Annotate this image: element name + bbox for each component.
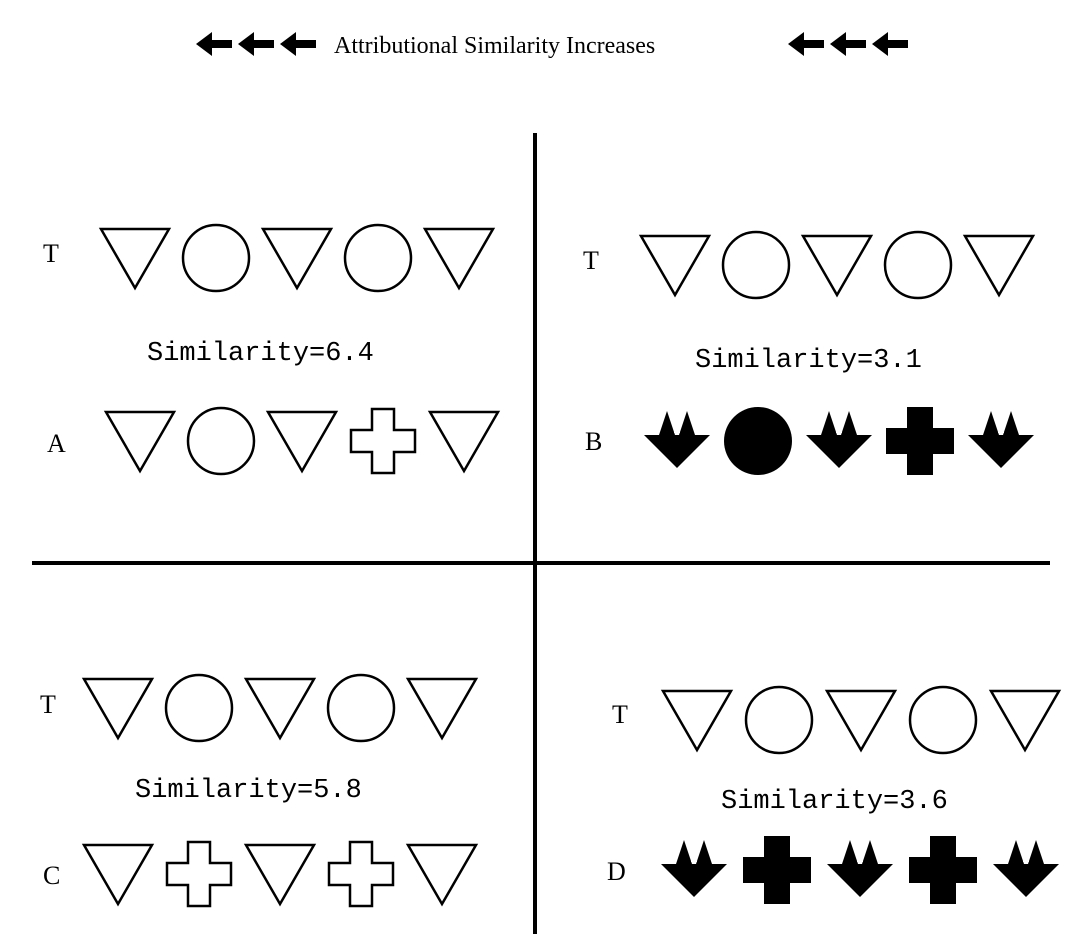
triangle-down-outline-icon: [243, 677, 317, 741]
similarity-text: Similarity=3.6: [721, 787, 948, 817]
header-arrows-right: [788, 32, 908, 56]
circle-outline-icon: [883, 230, 953, 300]
arrowhead-filled-icon: [993, 840, 1059, 897]
diagram-canvas: Attributional Similarity Increases T Sim…: [32, 32, 1062, 934]
circle-outline-icon: [326, 673, 396, 743]
arrowhead-filled-icon: [644, 411, 710, 468]
left-arrow-icon: [238, 32, 274, 56]
triangle-down-outline-icon: [98, 227, 172, 291]
similarity-text: Similarity=3.1: [695, 346, 922, 376]
target-label: T: [40, 690, 56, 719]
quadrant-a: T Similarity=6.4 A: [43, 223, 501, 476]
target-label: T: [583, 246, 599, 275]
left-arrow-icon: [872, 32, 908, 56]
triangle-down-outline-icon: [800, 234, 874, 298]
triangle-down-outline-icon: [81, 843, 155, 907]
triangle-down-outline-icon: [988, 689, 1062, 753]
compare-label: A: [47, 429, 66, 458]
triangle-down-outline-icon: [405, 677, 479, 741]
quadrant-c: T Similarity=5.8 C: [40, 673, 479, 908]
target-shape-row: [98, 223, 496, 293]
triangle-down-outline-icon: [405, 843, 479, 907]
compare-shape-row: [644, 407, 1034, 475]
triangle-down-outline-icon: [422, 227, 496, 291]
target-shape-row: [638, 230, 1036, 300]
arrowhead-filled-icon: [661, 840, 727, 897]
left-arrow-icon: [196, 32, 232, 56]
circle-outline-icon: [343, 223, 413, 293]
compare-label: B: [585, 427, 602, 456]
circle-outline-icon: [164, 673, 234, 743]
cross-outline-icon: [349, 407, 417, 475]
triangle-down-outline-icon: [962, 234, 1036, 298]
compare-label: C: [43, 861, 60, 890]
compare-shape-row: [81, 840, 479, 908]
triangle-down-outline-icon: [824, 689, 898, 753]
triangle-down-outline-icon: [103, 410, 177, 474]
triangle-down-outline-icon: [427, 410, 501, 474]
cross-outline-icon: [327, 840, 395, 908]
left-arrow-icon: [280, 32, 316, 56]
cross-outline-icon: [165, 840, 233, 908]
quadrant-d: T Similarity=3.6 D: [607, 685, 1062, 904]
left-arrow-icon: [830, 32, 866, 56]
target-shape-row: [660, 685, 1062, 755]
cross-filled-icon: [886, 407, 954, 475]
circle-outline-icon: [186, 406, 256, 476]
target-label: T: [43, 239, 59, 268]
circle-outline-icon: [908, 685, 978, 755]
target-label: T: [612, 700, 628, 729]
target-shape-row: [81, 673, 479, 743]
cross-filled-icon: [909, 836, 977, 904]
circle-outline-icon: [721, 230, 791, 300]
triangle-down-outline-icon: [660, 689, 734, 753]
triangle-down-outline-icon: [638, 234, 712, 298]
similarity-text: Similarity=5.8: [135, 776, 362, 806]
compare-shape-row: [661, 836, 1059, 904]
triangle-down-outline-icon: [265, 410, 339, 474]
header-arrows-left: [196, 32, 316, 56]
left-arrow-icon: [788, 32, 824, 56]
compare-label: D: [607, 857, 626, 886]
compare-shape-row: [103, 406, 501, 476]
triangle-down-outline-icon: [260, 227, 334, 291]
cross-filled-icon: [743, 836, 811, 904]
circle-outline-icon: [744, 685, 814, 755]
quadrant-b: T Similarity=3.1 B: [583, 230, 1036, 475]
arrowhead-filled-icon: [806, 411, 872, 468]
arrowhead-filled-icon: [827, 840, 893, 897]
circle-filled-icon: [724, 407, 792, 475]
triangle-down-outline-icon: [243, 843, 317, 907]
header-title: Attributional Similarity Increases: [334, 33, 655, 59]
triangle-down-outline-icon: [81, 677, 155, 741]
circle-outline-icon: [181, 223, 251, 293]
arrowhead-filled-icon: [968, 411, 1034, 468]
similarity-text: Similarity=6.4: [147, 339, 374, 369]
